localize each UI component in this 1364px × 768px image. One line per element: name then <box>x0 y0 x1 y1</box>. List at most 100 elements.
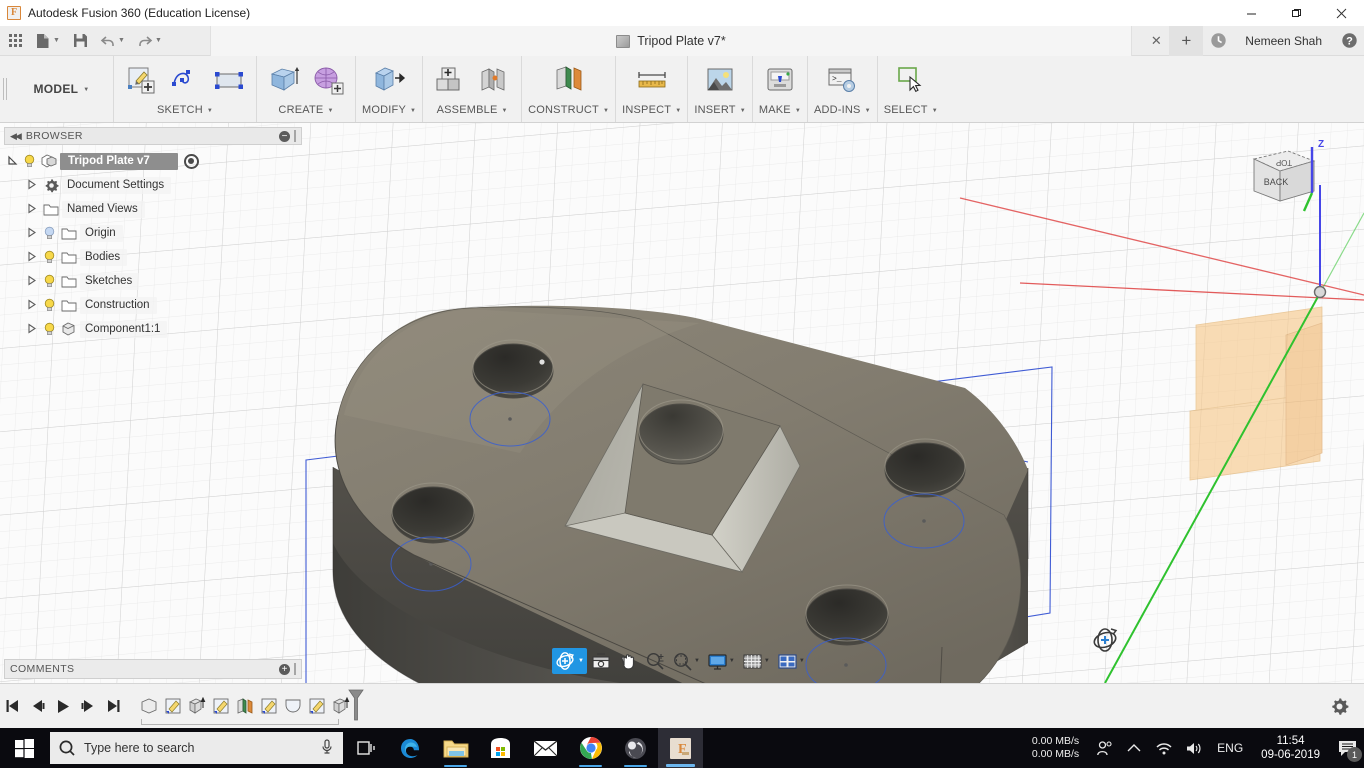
timeline-feature-body[interactable] <box>137 693 161 719</box>
timeline-feature-sketch-3[interactable] <box>257 693 281 719</box>
wifi-icon[interactable] <box>1149 728 1179 768</box>
panel-make-label[interactable]: MAKE ▼ <box>759 100 801 120</box>
display-settings-tool[interactable]: ▼ <box>704 648 738 674</box>
close-window-button[interactable] <box>1319 0 1364 26</box>
browser-resize-grip[interactable] <box>294 130 296 142</box>
maximize-button[interactable] <box>1274 0 1319 26</box>
ribbon-grip[interactable] <box>0 56 10 122</box>
redo-dropdown-icon[interactable]: ▼ <box>155 37 165 44</box>
expand-arrow-icon[interactable] <box>24 226 40 240</box>
save-button[interactable] <box>67 28 93 54</box>
chevron-down-icon[interactable]: ▼ <box>694 658 700 664</box>
collapse-browser-icon[interactable]: ◀◀ <box>10 131 22 142</box>
tree-node-origin[interactable]: Origin <box>4 221 302 245</box>
new-document-dropdown-icon[interactable]: ▼ <box>53 37 63 44</box>
tree-node-sketches[interactable]: Sketches <box>4 269 302 293</box>
add-comment-icon[interactable]: + <box>279 663 290 675</box>
timeline-step-back-button[interactable] <box>25 691 50 721</box>
3d-print-icon[interactable] <box>759 60 801 100</box>
rectangle-icon[interactable] <box>208 60 250 100</box>
light-bulb-icon[interactable] <box>40 322 58 336</box>
timeline-feature-fillet[interactable] <box>281 693 305 719</box>
panel-create-label[interactable]: CREATE ▼ <box>278 100 333 120</box>
timeline-feature-sketch-2[interactable] <box>209 693 233 719</box>
undo-dropdown-icon[interactable]: ▼ <box>118 37 128 44</box>
document-tab[interactable]: Tripod Plate v7* <box>210 26 1132 56</box>
timeline-play-button[interactable] <box>50 691 75 721</box>
create-form-icon[interactable] <box>307 60 349 100</box>
help-icon[interactable]: ? <box>1334 26 1364 56</box>
show-hidden-icons-chevron-up-icon[interactable] <box>1119 728 1149 768</box>
spline-icon[interactable] <box>164 60 206 100</box>
minimize-button[interactable] <box>1229 0 1274 26</box>
start-button[interactable] <box>0 728 48 768</box>
file-explorer-icon[interactable] <box>433 728 478 768</box>
create-sketch-icon[interactable] <box>120 60 162 100</box>
press-pull-icon[interactable] <box>368 60 410 100</box>
tree-node-named-views[interactable]: Named Views <box>4 197 302 221</box>
joint-icon[interactable] <box>473 60 515 100</box>
expand-arrow-icon[interactable] <box>24 250 40 264</box>
expand-arrow-icon[interactable] <box>24 322 40 336</box>
panel-modify-label[interactable]: MODIFY ▼ <box>362 100 416 120</box>
timeline-step-forward-button[interactable] <box>75 691 100 721</box>
orbit-tool[interactable]: ▼ <box>552 648 587 674</box>
tree-node-root[interactable]: Tripod Plate v7 <box>4 149 302 173</box>
timeline-feature-sketch[interactable] <box>161 693 185 719</box>
root-visibility-icon[interactable] <box>183 153 199 169</box>
panel-assemble-label[interactable]: ASSEMBLE ▼ <box>437 100 508 120</box>
tree-node-construction[interactable]: Construction <box>4 293 302 317</box>
google-chrome-icon[interactable] <box>568 728 613 768</box>
timeline-go-to-end-button[interactable] <box>100 691 125 721</box>
light-bulb-icon[interactable] <box>40 298 58 312</box>
timeline-settings-gear-icon[interactable] <box>1324 691 1354 721</box>
timeline-feature-extrude-2[interactable] <box>329 693 353 719</box>
new-tab-button[interactable]: + <box>1169 25 1204 56</box>
obs-studio-icon[interactable] <box>613 728 658 768</box>
measure-icon[interactable] <box>631 60 673 100</box>
language-indicator[interactable]: ENG <box>1209 741 1251 755</box>
zoom-tool[interactable] <box>642 648 668 674</box>
tree-node-bodies[interactable]: Bodies <box>4 245 302 269</box>
expand-arrow-icon[interactable] <box>24 274 40 288</box>
light-bulb-icon[interactable] <box>40 274 58 288</box>
microsoft-store-icon[interactable] <box>478 728 523 768</box>
expand-arrow-icon[interactable] <box>24 178 40 192</box>
insert-image-icon[interactable] <box>699 60 741 100</box>
people-icon[interactable] <box>1089 728 1119 768</box>
panel-construct-label[interactable]: CONSTRUCT ▼ <box>528 100 609 120</box>
show-data-panel-button[interactable] <box>2 28 28 54</box>
look-at-tool[interactable] <box>588 648 614 674</box>
offset-plane-icon[interactable] <box>548 60 590 100</box>
browser-minimize-icon[interactable]: − <box>279 130 290 142</box>
chevron-down-icon[interactable]: ▼ <box>578 658 584 664</box>
fit-tool[interactable]: ▼ <box>669 648 703 674</box>
chevron-down-icon[interactable]: ▼ <box>799 658 805 664</box>
select-window-icon[interactable] <box>890 60 932 100</box>
light-bulb-icon[interactable] <box>40 250 58 264</box>
new-component-icon[interactable] <box>429 60 471 100</box>
expand-arrow-icon[interactable] <box>24 202 40 216</box>
expand-arrow-icon[interactable] <box>24 298 40 312</box>
tree-node-component1[interactable]: Component1:1 <box>4 317 302 341</box>
mail-icon[interactable] <box>523 728 568 768</box>
notification-center-icon[interactable]: 1 <box>1330 728 1364 768</box>
workspace-selector[interactable]: MODEL ▼ <box>10 56 114 122</box>
scripts-addins-icon[interactable]: >_ <box>821 60 863 100</box>
task-view-icon[interactable] <box>343 728 388 768</box>
microsoft-edge-icon[interactable] <box>388 728 433 768</box>
timeline-feature-plane[interactable] <box>233 693 257 719</box>
chevron-down-icon[interactable]: ▼ <box>764 658 770 664</box>
view-cube[interactable]: TOP BACK Z <box>1232 131 1342 241</box>
light-bulb-icon[interactable] <box>20 154 38 168</box>
tree-node-document-settings[interactable]: Document Settings <box>4 173 302 197</box>
chevron-down-icon[interactable]: ▼ <box>729 658 735 664</box>
job-status-icon[interactable] <box>1203 26 1233 56</box>
timeline-feature-sketch-4[interactable] <box>305 693 329 719</box>
microphone-icon[interactable] <box>320 738 334 758</box>
panel-inspect-label[interactable]: INSPECT ▼ <box>622 100 681 120</box>
extrude-icon[interactable] <box>263 60 305 100</box>
fusion-360-icon[interactable]: F <box>658 728 703 768</box>
timeline-go-to-beginning-button[interactable] <box>0 691 25 721</box>
panel-sketch-label[interactable]: SKETCH ▼ <box>157 100 213 120</box>
